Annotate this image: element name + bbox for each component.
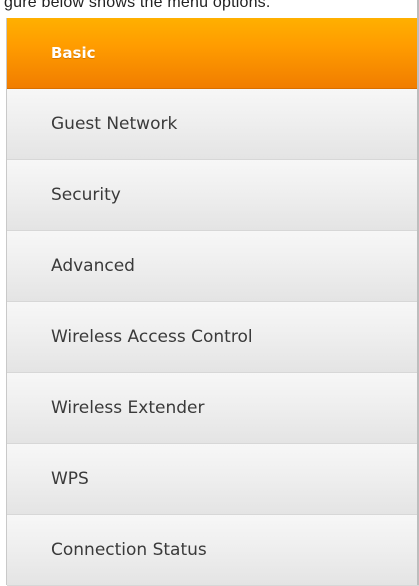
menu-item-basic[interactable]: Basic bbox=[7, 18, 419, 89]
menu-item-wireless-access-control[interactable]: Wireless Access Control bbox=[7, 302, 419, 373]
wireless-menu: Basic Guest Network Security Advanced Wi… bbox=[6, 18, 419, 586]
menu-item-label: Advanced bbox=[51, 256, 135, 276]
menu-item-label: Wireless Access Control bbox=[51, 327, 253, 347]
clipped-caption: gure below shows the menu options. bbox=[0, 0, 419, 18]
menu-item-label: Guest Network bbox=[51, 114, 178, 134]
clipped-caption-text: gure below shows the menu options. bbox=[4, 0, 271, 11]
menu-item-connection-status[interactable]: Connection Status bbox=[7, 515, 419, 586]
menu-item-wireless-extender[interactable]: Wireless Extender bbox=[7, 373, 419, 444]
menu-item-label: Security bbox=[51, 185, 121, 205]
menu-item-label: Connection Status bbox=[51, 540, 207, 560]
menu-item-label: Wireless Extender bbox=[51, 398, 205, 418]
menu-item-advanced[interactable]: Advanced bbox=[7, 231, 419, 302]
menu-item-label: WPS bbox=[51, 469, 89, 489]
menu-item-label: Basic bbox=[51, 44, 96, 62]
menu-item-wps[interactable]: WPS bbox=[7, 444, 419, 515]
menu-item-guest-network[interactable]: Guest Network bbox=[7, 89, 419, 160]
menu-item-security[interactable]: Security bbox=[7, 160, 419, 231]
